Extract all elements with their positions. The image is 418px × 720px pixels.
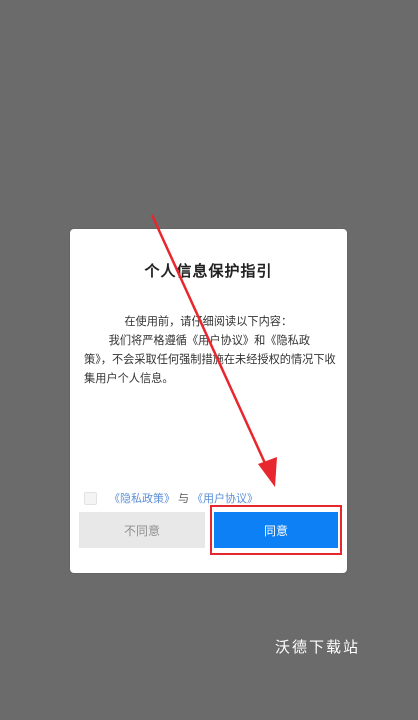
privacy-policy-link[interactable]: 《隐私政策》 bbox=[109, 490, 175, 506]
user-agreement-link[interactable]: 《用户协议》 bbox=[192, 490, 258, 506]
body-intro-text: 在使用前，请仔细阅读以下内容： bbox=[124, 315, 293, 328]
watermark-text: 沃德下载站 bbox=[275, 638, 361, 656]
agree-button[interactable]: 同意 bbox=[214, 512, 338, 548]
agreement-conjunction: 与 bbox=[178, 492, 189, 505]
privacy-dialog: 个人信息保护指引 在使用前，请仔细阅读以下内容： 我们将严格遵循《用户协议》和《… bbox=[70, 229, 347, 573]
disagree-button[interactable]: 不同意 bbox=[79, 512, 205, 548]
agree-checkbox[interactable] bbox=[84, 491, 97, 505]
dialog-title: 个人信息保护指引 bbox=[144, 262, 273, 280]
dialog-body: 在使用前，请仔细阅读以下内容： 我们将严格遵循《用户协议》和《隐私政策》，不会采… bbox=[84, 312, 336, 388]
agreement-row: 《隐私政策》 与 《用户协议》 bbox=[84, 489, 258, 507]
body-policy-text: 我们将严格遵循《用户协议》和《隐私政策》，不会采取任何强制措施在未经授权的情况下… bbox=[84, 334, 336, 385]
